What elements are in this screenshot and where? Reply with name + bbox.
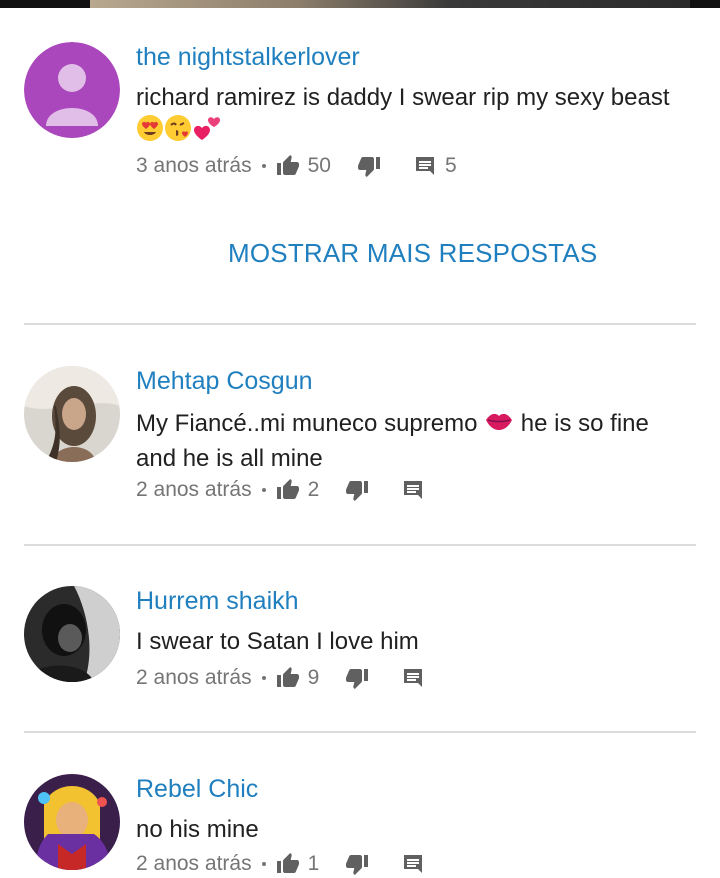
comment-author[interactable]: the nightstalkerlover <box>136 43 360 72</box>
reply-comment-icon[interactable] <box>401 852 425 876</box>
video-thumbnail-strip <box>0 0 720 8</box>
reply-comment-icon[interactable] <box>413 154 437 178</box>
divider <box>24 544 696 546</box>
comment-timestamp: 2 anos atrás <box>136 666 252 689</box>
like-count: 1 <box>307 852 320 875</box>
avatar[interactable] <box>24 366 120 462</box>
thumbs-down-icon[interactable] <box>345 852 369 876</box>
thumbs-up-icon[interactable] <box>276 478 300 502</box>
profile-photo <box>24 774 120 870</box>
default-person-icon <box>24 42 120 138</box>
comment-timestamp: 2 anos atrás <box>136 852 252 875</box>
like-count: 50 <box>307 154 331 177</box>
comment-meta: 2 anos atrás 1 <box>136 850 425 878</box>
comment-meta: 2 anos atrás 9 <box>136 664 425 692</box>
thumbs-up-icon[interactable] <box>276 666 300 690</box>
thumbs-down-icon[interactable] <box>357 154 381 178</box>
avatar[interactable] <box>24 774 120 870</box>
heart-eyes-emoji <box>136 114 164 151</box>
two-hearts-emoji <box>192 114 222 151</box>
comment-text: My Fiancé..mi muneco supremo he is so fi… <box>136 406 676 475</box>
comment-timestamp: 3 anos atrás <box>136 154 252 177</box>
thumbs-up-icon[interactable] <box>276 852 300 876</box>
separator-dot <box>261 862 266 866</box>
thumbnail-image <box>90 0 690 8</box>
comment-author[interactable]: Mehtap Cosgun <box>136 367 313 396</box>
comment-text: I swear to Satan I love him <box>136 628 419 655</box>
divider <box>24 323 696 325</box>
like-count: 2 <box>307 478 320 501</box>
comment-text: no his mine <box>136 816 259 843</box>
reply-count: 5 <box>444 154 457 177</box>
kissing-heart-emoji <box>164 114 192 151</box>
comment-text: richard ramirez is daddy I swear rip my … <box>136 82 676 151</box>
comment-author[interactable]: Rebel Chic <box>136 775 258 804</box>
thumbs-down-icon[interactable] <box>345 478 369 502</box>
kiss-lips-emoji <box>484 406 514 443</box>
divider <box>24 731 696 733</box>
separator-dot <box>261 676 266 680</box>
avatar[interactable] <box>24 586 120 682</box>
comment-timestamp: 2 anos atrás <box>136 478 252 501</box>
like-count: 9 <box>307 666 320 689</box>
thumbs-down-icon[interactable] <box>345 666 369 690</box>
thumbs-up-icon[interactable] <box>276 154 300 178</box>
reply-comment-icon[interactable] <box>401 666 425 690</box>
avatar[interactable] <box>24 42 120 138</box>
comment-meta: 3 anos atrás 50 5 <box>136 152 457 180</box>
comment-author[interactable]: Hurrem shaikh <box>136 587 299 616</box>
comment-meta: 2 anos atrás 2 <box>136 476 425 504</box>
reply-comment-icon[interactable] <box>401 478 425 502</box>
show-more-replies-button[interactable]: MOSTRAR MAIS RESPOSTAS <box>228 238 597 269</box>
separator-dot <box>261 488 266 492</box>
profile-photo <box>24 366 120 462</box>
profile-photo <box>24 586 120 682</box>
separator-dot <box>261 164 266 168</box>
